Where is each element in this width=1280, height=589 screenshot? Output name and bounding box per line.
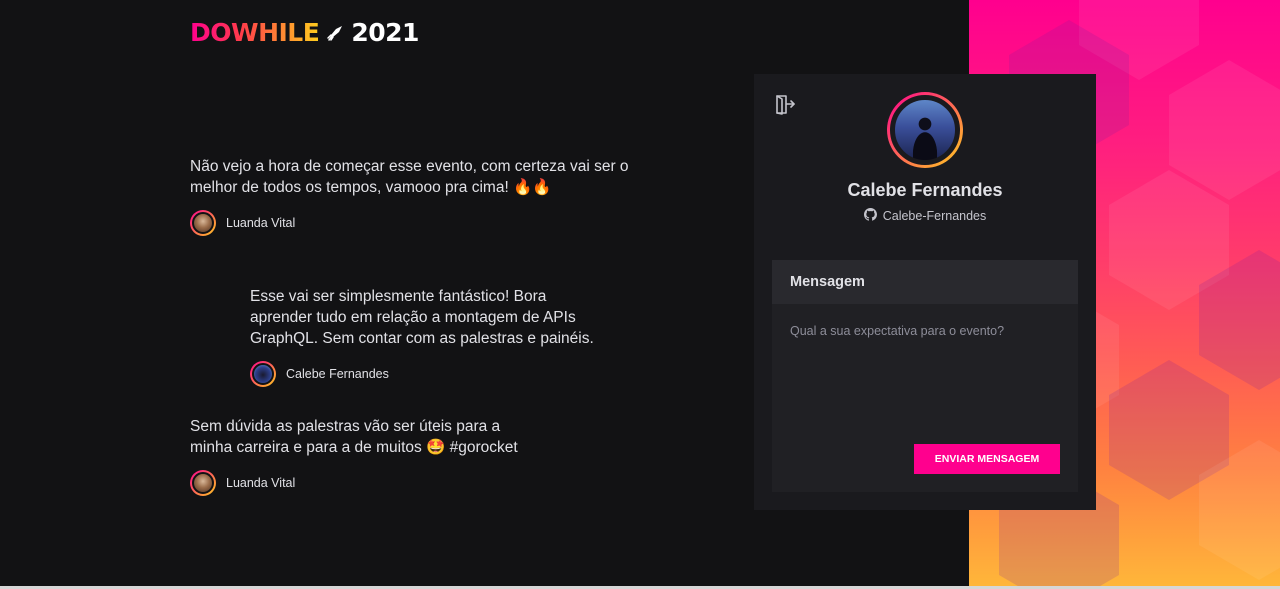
message-item: Sem dúvida as palestras vão ser úteis pa… <box>190 416 520 496</box>
message-form: Mensagem ENVIAR MENSAGEM <box>772 260 1078 492</box>
profile-avatar <box>887 92 963 168</box>
message-item: Não vejo a hora de começar esse evento, … <box>190 156 630 236</box>
rocket-icon <box>325 23 345 43</box>
avatar <box>190 470 216 496</box>
message-text: Sem dúvida as palestras vão ser úteis pa… <box>190 418 518 456</box>
author-name: Luanda Vital <box>226 216 296 230</box>
profile-name: Calebe Fernandes <box>847 180 1003 200</box>
message-author: Luanda Vital <box>190 470 520 496</box>
sign-out-icon <box>774 95 796 119</box>
message-author: Luanda Vital <box>190 210 630 236</box>
dowhile-logo: DOWHILE 2021 <box>190 18 419 48</box>
message-text: Esse vai ser simplesmente fantástico! Bo… <box>250 288 594 347</box>
avatar <box>190 210 216 236</box>
message-text: Não vejo a hora de começar esse evento, … <box>190 158 629 196</box>
send-message-card: Calebe Fernandes Calebe-Fernandes Mensag… <box>754 74 1096 510</box>
author-name: Calebe Fernandes <box>286 367 389 381</box>
author-name: Luanda Vital <box>226 476 296 490</box>
send-message-button[interactable]: ENVIAR MENSAGEM <box>914 444 1060 474</box>
message-author: Calebe Fernandes <box>250 361 595 387</box>
avatar <box>250 361 276 387</box>
message-textarea[interactable] <box>772 304 1078 422</box>
message-item: Esse vai ser simplesmente fantástico! Bo… <box>250 286 595 387</box>
page: DOWHILE 2021 Não vejo a hora de começar … <box>0 0 1280 589</box>
sign-out-button[interactable] <box>774 94 796 116</box>
logo-year: 2021 <box>351 18 419 47</box>
form-title: Mensagem <box>772 260 1078 304</box>
logo-brand: DOWHILE <box>190 18 320 47</box>
github-icon <box>863 208 877 224</box>
profile-github: Calebe-Fernandes <box>754 208 1096 224</box>
github-username: Calebe-Fernandes <box>882 209 987 223</box>
